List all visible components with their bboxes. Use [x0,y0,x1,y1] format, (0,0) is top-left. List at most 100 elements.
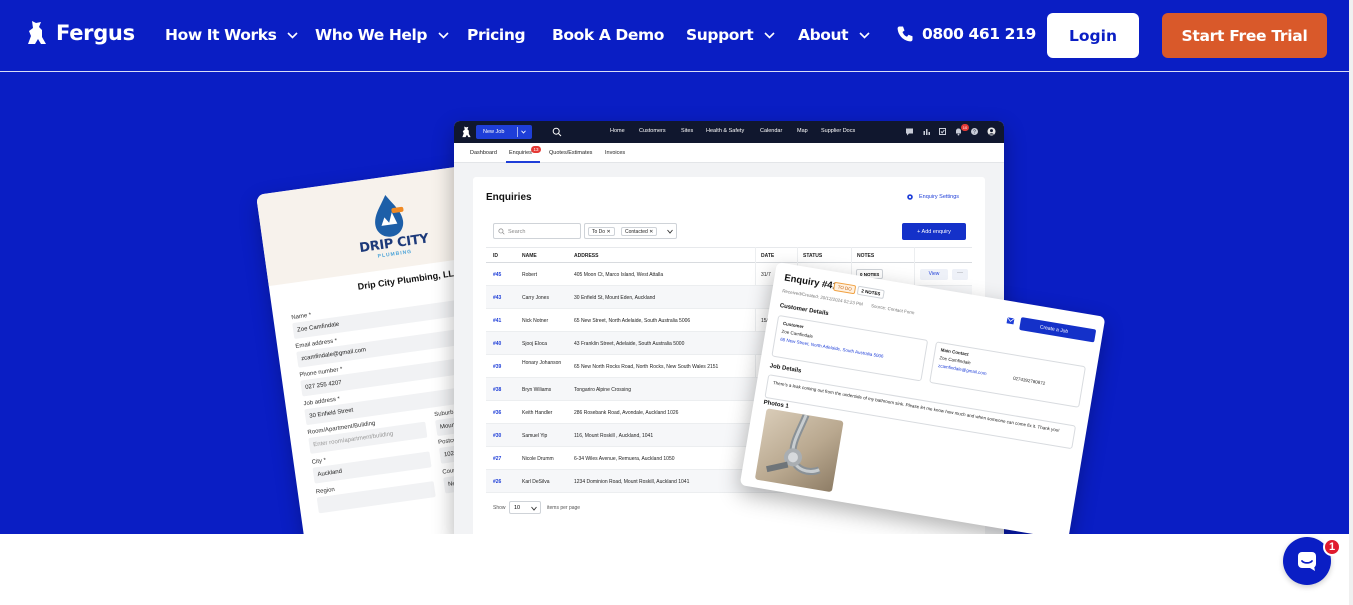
filter-chip-contacted[interactable]: Contacted ✕ [621,227,658,236]
topnav-sites[interactable]: Sites [681,128,693,134]
tab-quotes-estimates[interactable]: Quotes/Estimates [549,150,592,156]
topnav-map[interactable]: Map [797,128,808,134]
new-job-divider [517,127,518,137]
enquiry-source: Source: Contact Form [870,303,915,316]
row-id[interactable]: #41 [493,318,501,324]
app-tab-bar: Dashboard Enquiries 13 Quotes/Estimates … [454,143,1004,163]
tab-enquiries[interactable]: Enquiries [509,150,532,156]
row-id[interactable]: #39 [493,364,501,370]
avatar-icon[interactable] [987,127,996,136]
notes-badge: 2 NOTES [856,285,886,300]
row-address: 30 Enfield St, Mount Eden, Auckland [574,295,656,301]
row-name: Carry Jones [522,295,549,301]
row-address: 43 Franklin Street, Adelaide, South Aust… [574,341,685,347]
city-label: City * [311,457,327,466]
chevron-down-icon [859,31,870,39]
create-job-button[interactable]: Create a Job [1019,317,1097,343]
topnav-supplier-docs[interactable]: Supplier Docs [821,128,855,134]
chevron-down-icon [287,31,299,39]
gear-icon[interactable] [906,193,914,201]
column-header-status[interactable]: STATUS [803,247,822,263]
column-header-name[interactable]: NAME [522,247,537,263]
chevron-down-icon [764,31,775,39]
city-input[interactable]: Auckland [312,451,432,484]
row-name: Honary Johanson [522,360,562,366]
chat-icon [1298,552,1316,571]
nav-pricing[interactable]: Pricing [467,26,526,44]
page-scrollbar[interactable] [1349,0,1353,605]
brand-name: Fergus [56,21,135,45]
chevron-down-icon [521,130,526,134]
job-photo[interactable] [754,408,844,493]
row-address: 1234 Dominion Road, Mount Roskill, Auckl… [574,479,690,485]
enquiry-settings-link[interactable]: Enquiry Settings [919,194,959,200]
fergus-logo[interactable]: Fergus [26,20,135,46]
row-name: Karl DeSilva [522,479,550,485]
new-job-button[interactable]: New Job [476,125,532,139]
nav-about[interactable]: About [798,26,870,44]
login-button[interactable]: Login [1047,13,1139,58]
view-button[interactable]: View [920,269,948,280]
status-filter-select[interactable]: To Do ✕ Contacted ✕ [584,223,677,239]
enquiry-detail-card: Enquiry #41 TO DO 2 NOTES Received/Creat… [739,262,1106,534]
reports-icon[interactable] [922,127,931,136]
pipe-photo-illustration [766,413,821,475]
row-id[interactable]: #43 [493,295,501,301]
nav-about-label: About [798,26,849,44]
row-name: Sjooj Eloca [522,341,548,347]
row-id[interactable]: #26 [493,479,501,485]
column-header-notes[interactable]: NOTES [857,247,874,263]
hero-section: Fergus How It Works Who We Help Pricing … [0,0,1353,534]
svg-text:?: ? [973,129,976,135]
column-header-id[interactable]: ID [493,247,498,263]
row-name: Robert [522,272,538,278]
search-input[interactable]: Search [493,223,581,239]
dog-logo-icon [28,21,46,44]
nav-who-we-help[interactable]: Who We Help [315,26,449,44]
tasks-icon[interactable] [938,127,947,136]
topnav-calendar[interactable]: Calendar [760,128,782,134]
topnav-customers[interactable]: Customers [639,128,666,134]
filter-chip-to-do[interactable]: To Do ✕ [588,227,615,236]
table-header [486,247,972,263]
top-navigation: Fergus How It Works Who We Help Pricing … [0,0,1353,72]
start-free-trial-button[interactable]: Start Free Trial [1162,13,1327,58]
phone-number: 0800 461 219 [922,25,1036,43]
row-id[interactable]: #40 [493,341,501,347]
show-label: Show [493,505,506,511]
column-header-address[interactable]: ADDRESS [574,247,598,263]
row-id[interactable]: #27 [493,456,501,462]
nav-phone[interactable]: 0800 461 219 [896,25,1036,43]
chevron-down-icon [667,229,673,234]
active-tab-indicator [506,161,540,163]
nav-support[interactable]: Support [686,26,775,44]
notification-badge: 10 [961,124,969,131]
help-icon[interactable]: ? [970,127,979,136]
nav-book-demo[interactable]: Book A Demo [552,26,664,44]
nav-how-it-works[interactable]: How It Works [165,26,299,44]
row-address: Tongariro Alpine Crossing [574,387,631,393]
more-options-button[interactable]: ··· [952,269,968,280]
page-size-select[interactable]: 10 [509,501,541,514]
tab-dashboard[interactable]: Dashboard [470,150,497,156]
row-id[interactable]: #45 [493,272,501,278]
row-id[interactable]: #38 [493,387,501,393]
row-address: 65 New North Rocks Road, North Rocks, Ne… [574,364,719,370]
search-icon [498,228,505,235]
job-details-heading: Job Details [769,363,802,375]
region-input[interactable] [316,481,436,514]
row-id[interactable]: #36 [493,410,501,416]
mail-icon[interactable] [1006,317,1015,325]
tab-invoices[interactable]: Invoices [605,150,625,156]
nav-support-label: Support [686,26,754,44]
column-header-date[interactable]: DATE [761,247,774,263]
add-enquiry-button[interactable]: + Add enquiry [902,223,966,240]
search-icon[interactable] [552,127,562,137]
row-address: 6-34 Wiles Avenue, Remuera, Auckland 105… [574,456,675,462]
topnav-home[interactable]: Home [610,128,625,134]
topnav-health-safety[interactable]: Health & Safety [706,128,744,134]
new-job-label: New Job [483,129,505,135]
row-id[interactable]: #30 [493,433,501,439]
row-address: 116, Mount Roskill , Auckland, 1041 [574,433,654,439]
chat-icon[interactable] [905,127,914,136]
